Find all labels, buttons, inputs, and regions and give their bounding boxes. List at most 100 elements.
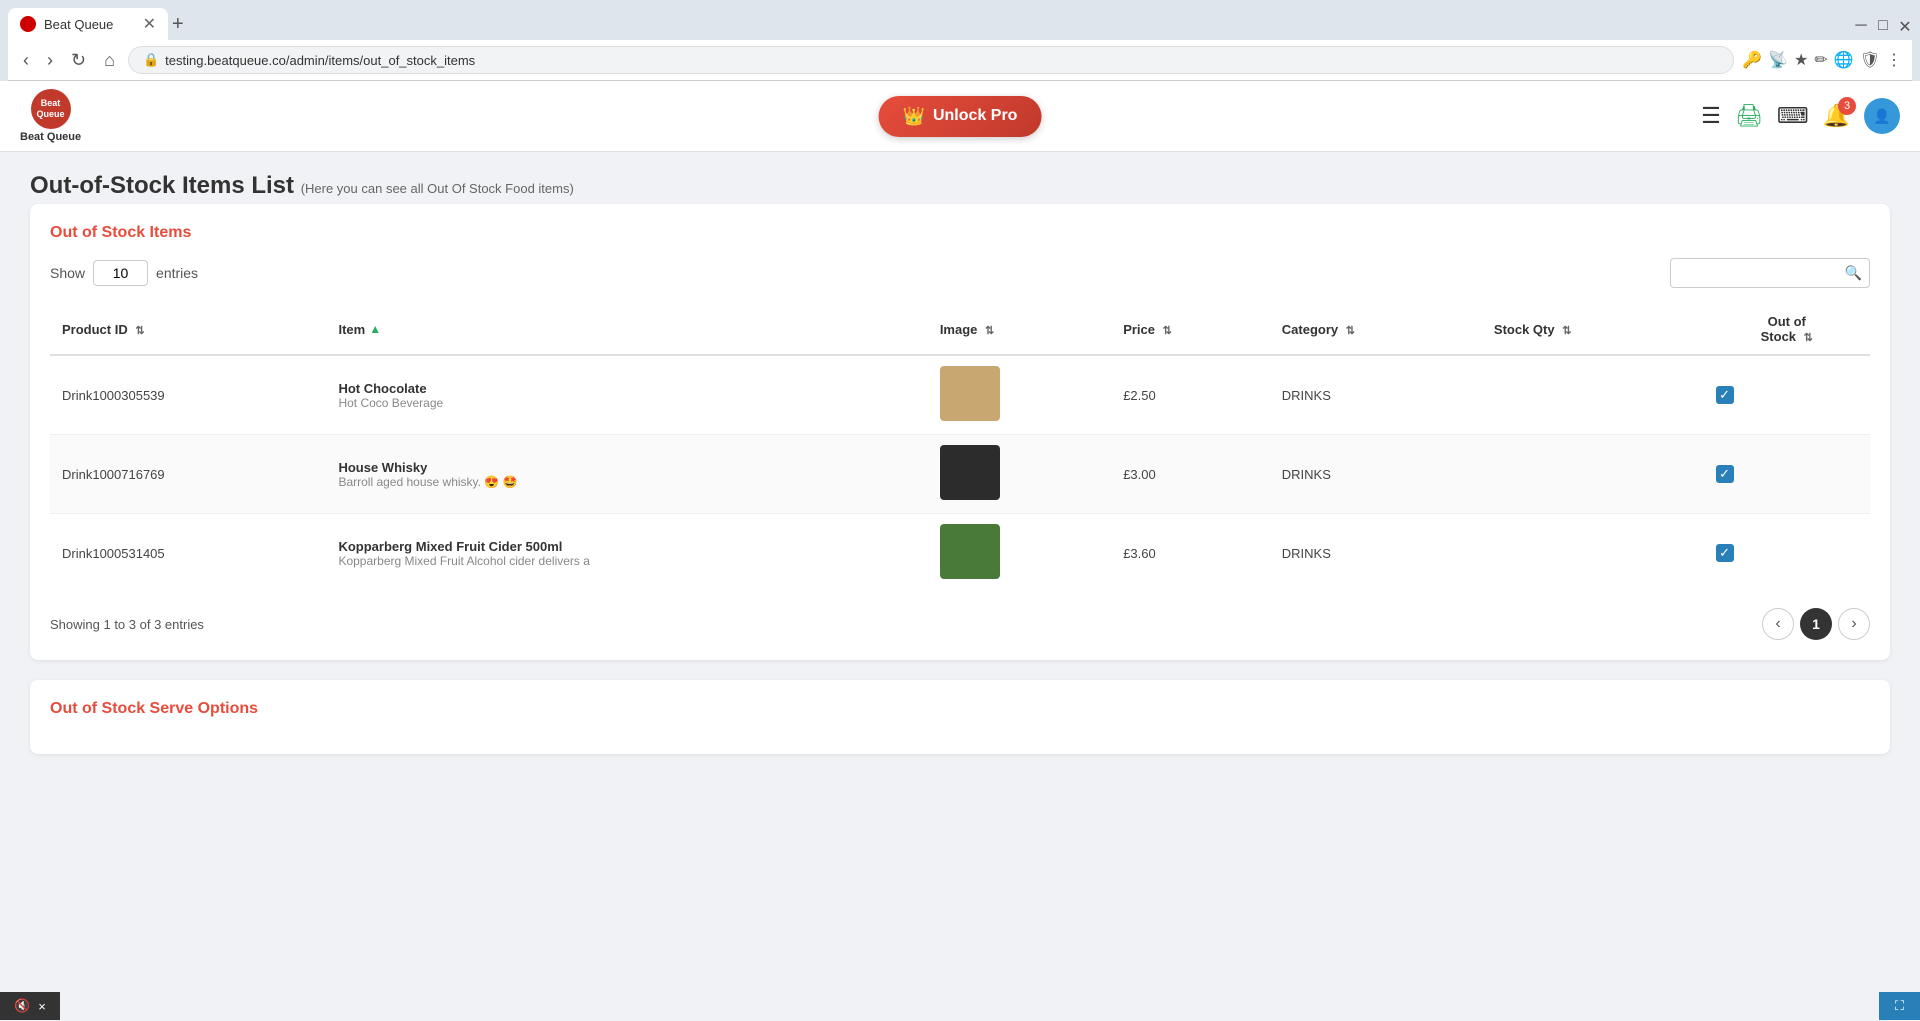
cell-category: DRINKS [1270,435,1482,514]
prev-page-button[interactable]: ‹ [1762,608,1794,640]
out-of-stock-checkbox[interactable]: ✓ [1716,386,1734,404]
item-desc: Hot Coco Beverage [338,396,915,410]
col-price[interactable]: Price ⇅ [1111,304,1270,355]
sort-icon-oos: ⇅ [1804,332,1813,344]
brand-name: Beat Queue [20,131,81,143]
translate-icon[interactable]: 🌐 [1834,50,1854,70]
cell-stock-qty [1482,435,1704,514]
menu-icon[interactable]: ⋮ [1886,50,1902,70]
cell-out-of-stock: ✓ [1704,514,1870,593]
mute-icon[interactable]: 🔇 [14,998,30,1014]
avatar-icon: 👤 [1873,108,1890,125]
current-page[interactable]: 1 [1800,608,1832,640]
sort-icon-category: ⇅ [1346,325,1355,337]
cell-price: £3.00 [1111,435,1270,514]
out-of-stock-checkbox[interactable]: ✓ [1716,465,1734,483]
out-of-stock-serve-section: Out of Stock Serve Options [30,680,1890,754]
hamburger-menu-icon[interactable]: ☰ [1701,103,1721,129]
out-of-stock-checkbox[interactable]: ✓ [1716,544,1734,562]
close-window-button[interactable]: ✕ [1898,17,1912,31]
cell-out-of-stock: ✓ [1704,355,1870,435]
cell-image [928,355,1111,435]
col-image[interactable]: Image ⇅ [928,304,1111,355]
col-item[interactable]: Item ▲ [326,304,927,355]
col-stock-qty[interactable]: Stock Qty ⇅ [1482,304,1704,355]
table-header: Product ID ⇅ Item ▲ Image ⇅ Price ⇅ Cate… [50,304,1870,355]
col-out-of-stock[interactable]: Out ofStock ⇅ [1704,304,1870,355]
item-name: Kopparberg Mixed Fruit Cider 500ml [338,539,915,554]
table-row: Drink1000716769 House Whisky Barroll age… [50,435,1870,514]
app-wrapper: BeatQueue Beat Queue 👑 Unlock Pro ☰ 🖨 ⌨ … [0,81,1920,1021]
page-subtitle: (Here you can see all Out Of Stock Food … [301,181,574,196]
search-input[interactable] [1670,258,1870,288]
notification-bell[interactable]: 🔔 3 [1823,103,1850,129]
bottom-bar-right: ⛶ [1879,992,1920,1020]
home-button[interactable]: ⌂ [99,48,120,73]
cell-image [928,435,1111,514]
keyboard-icon[interactable]: ⌨ [1777,103,1809,129]
col-product-id[interactable]: Product ID ⇅ [50,304,326,355]
entries-label: entries [156,265,198,281]
entries-per-page-input[interactable] [93,260,148,286]
header-right: ☰ 🖨 ⌨ 🔔 3 👤 [1701,98,1900,134]
address-input[interactable] [165,53,1719,68]
unlock-pro-button[interactable]: 👑 Unlock Pro [879,96,1042,137]
address-bar-wrap[interactable]: 🔒 [128,46,1734,74]
table-row: Drink1000531405 Kopparberg Mixed Fruit C… [50,514,1870,593]
search-wrap: 🔍 [1670,258,1870,288]
page-title-text: Out-of-Stock Items List [30,172,294,199]
window-controls: ─ □ ✕ [1854,17,1912,31]
sort-icon: ⇅ [135,325,144,337]
new-tab-button[interactable]: + [172,13,184,36]
cell-product-id: Drink1000305539 [50,355,326,435]
back-button[interactable]: ‹ [18,48,34,73]
bottom-bar: 🔇 × [0,992,60,1020]
section-title: Out of Stock Items [50,224,1870,242]
browser-chrome: Beat Queue ✕ + ─ □ ✕ ‹ › ↻ ⌂ 🔒 🔑 📡 ★ ✏ 🌐… [0,0,1920,81]
bookmark-icon[interactable]: ★ [1794,50,1808,70]
out-of-stock-items-section: Out of Stock Items Show entries 🔍 Produc… [30,204,1890,660]
tab-bar: Beat Queue ✕ + ─ □ ✕ [8,8,1912,40]
items-table: Product ID ⇅ Item ▲ Image ⇅ Price ⇅ Cate… [50,304,1870,592]
table-controls: Show entries 🔍 [50,258,1870,288]
serve-section-title: Out of Stock Serve Options [50,700,1870,718]
maximize-button[interactable]: □ [1876,17,1890,31]
logo-text: BeatQueue [37,98,65,120]
browser-actions: 🔑 📡 ★ ✏ 🌐 🛡 ⋮ [1742,50,1902,70]
col-category[interactable]: Category ⇅ [1270,304,1482,355]
cell-price: £2.50 [1111,355,1270,435]
cell-product-id: Drink1000531405 [50,514,326,593]
unlock-pro-label: Unlock Pro [933,107,1017,125]
pagination-info: Showing 1 to 3 of 3 entries [50,617,204,632]
next-page-button[interactable]: › [1838,608,1870,640]
pen-icon[interactable]: ✏ [1814,50,1827,70]
sort-icon-stock: ⇅ [1562,325,1571,337]
printer-icon[interactable]: 🖨 [1735,103,1763,129]
user-avatar[interactable]: 👤 [1864,98,1900,134]
show-entries-control: Show entries [50,260,198,286]
cast-icon[interactable]: 📡 [1768,50,1788,70]
fullscreen-icon[interactable]: ⛶ [1895,998,1904,1014]
tab-favicon [20,16,36,32]
extensions-icon[interactable]: 🔑 [1742,50,1762,70]
crown-icon: 👑 [903,106,925,127]
cell-out-of-stock: ✓ [1704,435,1870,514]
cell-image [928,514,1111,593]
refresh-button[interactable]: ↻ [66,48,91,73]
cell-stock-qty [1482,355,1704,435]
cell-item: Hot Chocolate Hot Coco Beverage [326,355,927,435]
forward-button[interactable]: › [42,48,58,73]
app-header: BeatQueue Beat Queue 👑 Unlock Pro ☰ 🖨 ⌨ … [0,81,1920,152]
tab-close-button[interactable]: ✕ [143,14,156,34]
active-tab[interactable]: Beat Queue ✕ [8,8,168,40]
lock-icon: 🔒 [143,52,159,68]
cell-stock-qty [1482,514,1704,593]
shield-icon[interactable]: 🛡 [1860,50,1880,70]
cell-item: Kopparberg Mixed Fruit Cider 500ml Koppa… [326,514,927,593]
page-title: Out-of-Stock Items List (Here you can se… [30,172,1890,200]
table-row: Drink1000305539 Hot Chocolate Hot Coco B… [50,355,1870,435]
items-table-body: Drink1000305539 Hot Chocolate Hot Coco B… [50,355,1870,592]
minimize-button[interactable]: ─ [1854,17,1868,31]
show-label: Show [50,265,85,281]
main-content: Out-of-Stock Items List (Here you can se… [0,152,1920,794]
